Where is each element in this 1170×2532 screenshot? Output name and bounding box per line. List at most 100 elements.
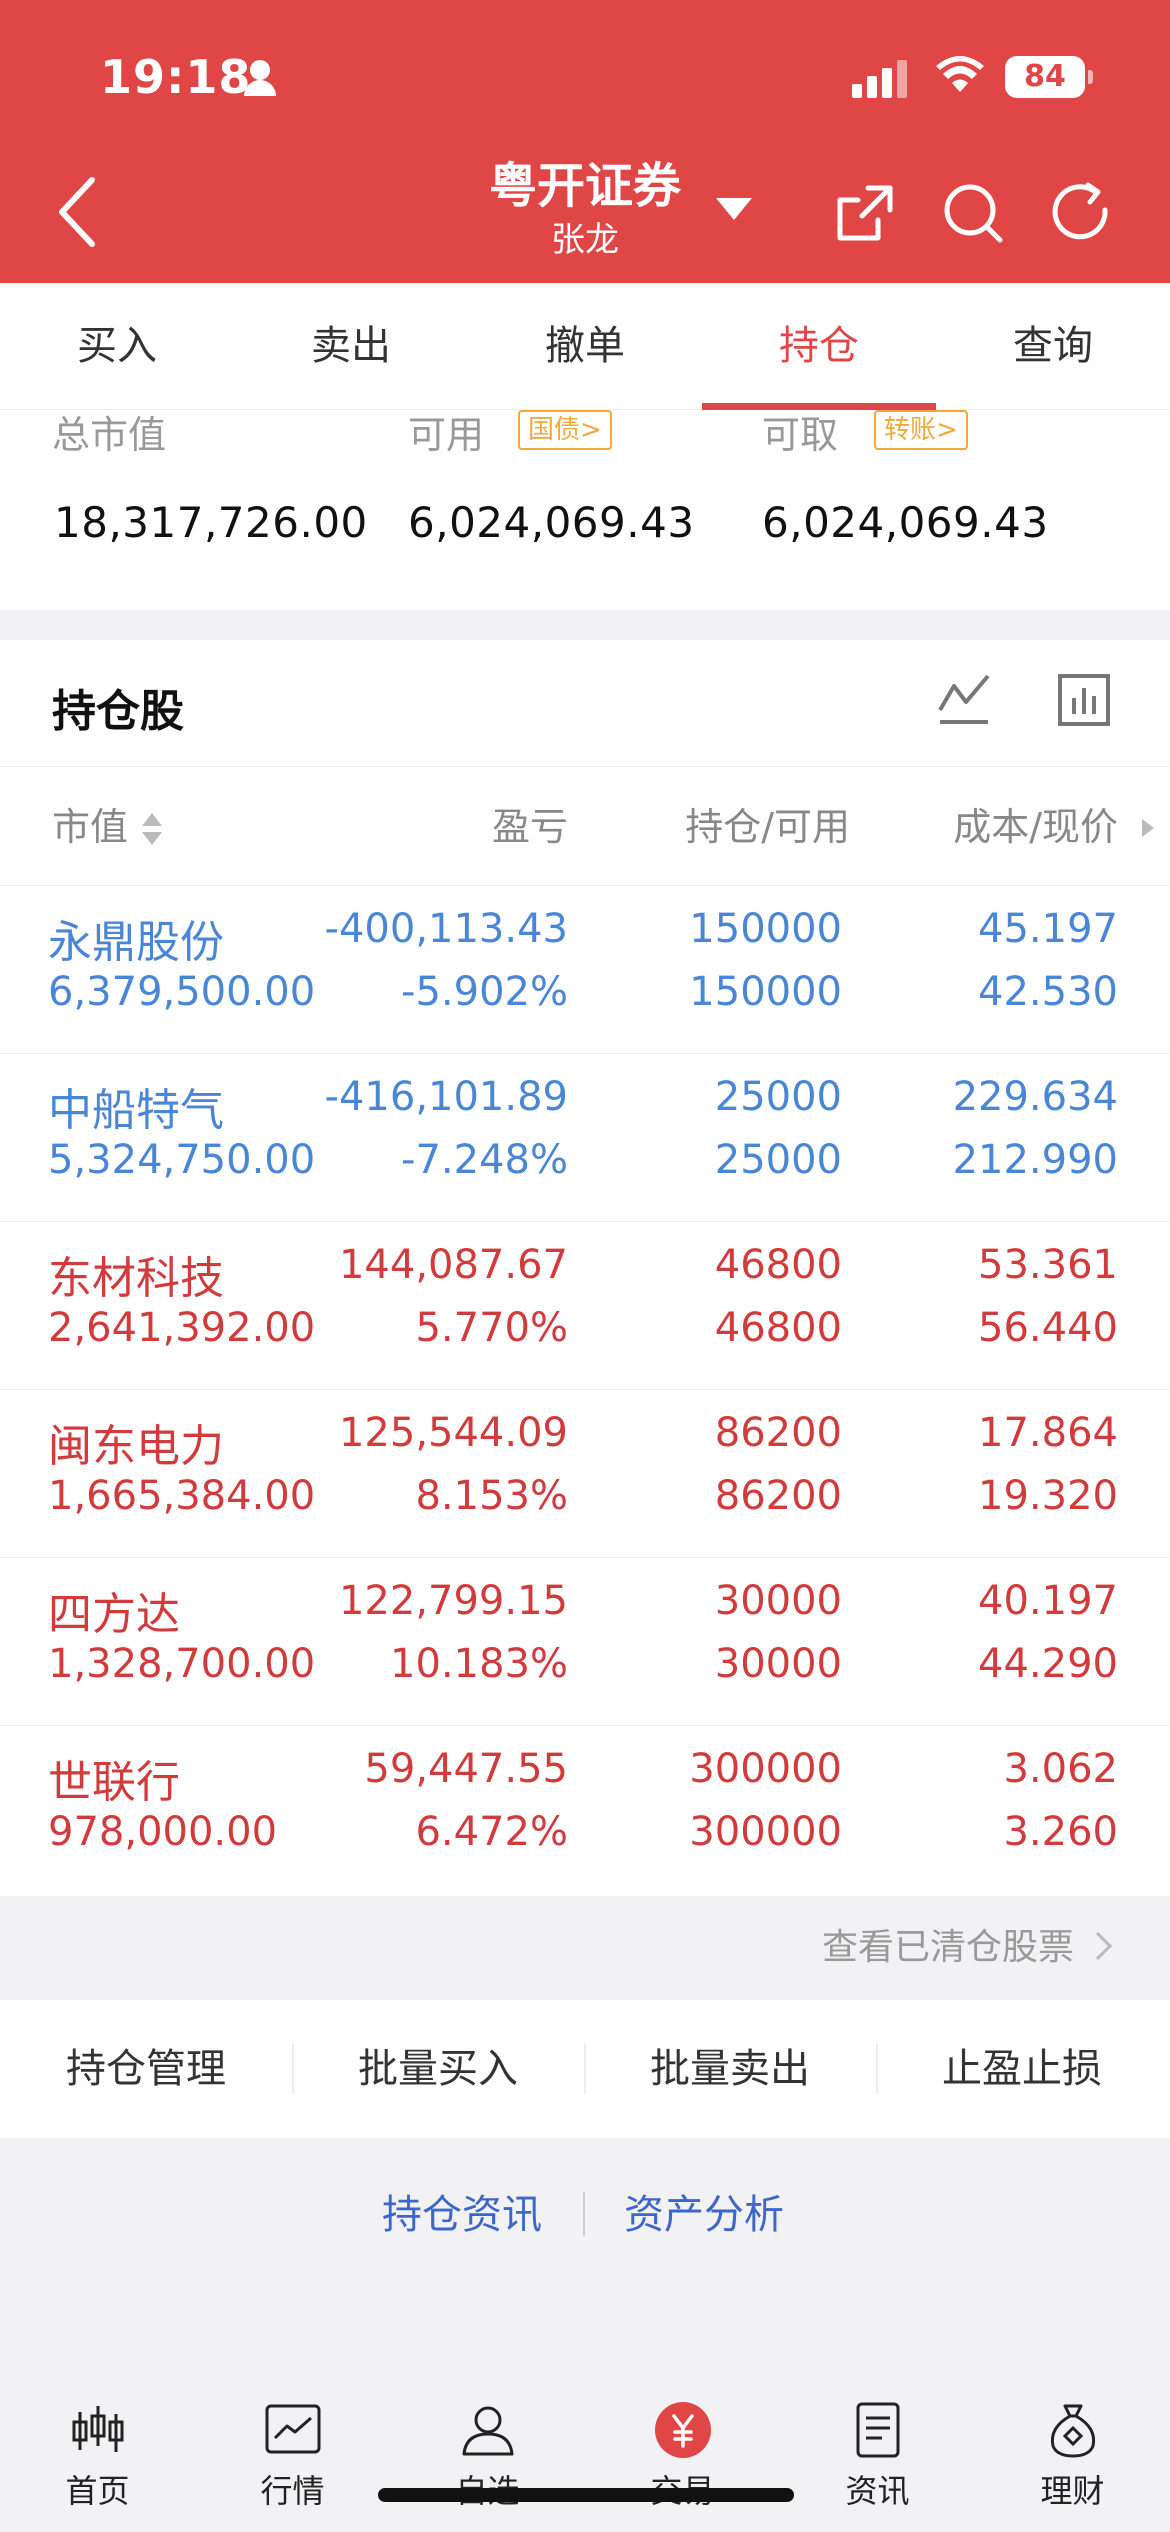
battery-tip bbox=[1088, 70, 1093, 84]
broker-selector[interactable]: 粤开证券 张龙 bbox=[460, 158, 710, 260]
tabbar-wealth[interactable]: 理财 bbox=[975, 2400, 1170, 2520]
withdrawable-value: 6,024,069.43 bbox=[762, 498, 1049, 547]
current-price: 3.260 bbox=[1003, 1809, 1118, 1855]
tab-query[interactable]: 查询 bbox=[936, 283, 1170, 410]
batch-sell-button[interactable]: 批量卖出 bbox=[584, 2000, 876, 2138]
holding-row[interactable]: 世联行 978,000.00 59,447.55 6.472% 300000 3… bbox=[0, 1726, 1170, 1894]
market-value: 6,379,500.00 bbox=[48, 969, 316, 1015]
refresh-icon[interactable] bbox=[1048, 180, 1114, 246]
tabbar-home[interactable]: 首页 bbox=[0, 2400, 195, 2520]
pnl-amount: 122,799.15 bbox=[338, 1578, 568, 1624]
pnl-percent: 6.472% bbox=[415, 1809, 568, 1855]
battery-indicator: 84 bbox=[1005, 56, 1085, 98]
cleared-stocks-link[interactable]: 查看已清仓股票 bbox=[822, 1896, 1074, 2000]
position-qty: 86200 bbox=[714, 1410, 842, 1456]
available-qty: 25000 bbox=[714, 1137, 842, 1183]
tab-cancel-order[interactable]: 撤单 bbox=[468, 283, 702, 410]
tab-positions[interactable]: 持仓 bbox=[702, 283, 936, 410]
search-icon[interactable] bbox=[940, 180, 1006, 246]
withdrawable-label: 可取 bbox=[762, 413, 839, 457]
pnl-percent: 5.770% bbox=[415, 1305, 568, 1351]
stop-profit-loss-button[interactable]: 止盈止损 bbox=[876, 2000, 1168, 2138]
holding-row[interactable]: 闽东电力 1,665,384.00 125,544.09 8.153% 8620… bbox=[0, 1390, 1170, 1558]
total-value-label: 总市值 bbox=[52, 413, 167, 457]
chevron-down-icon[interactable] bbox=[716, 198, 752, 220]
position-actions: 持仓管理 批量买入 批量卖出 止盈止损 bbox=[0, 2000, 1170, 2138]
available-qty: 300000 bbox=[689, 1809, 842, 1855]
chevron-right-icon[interactable] bbox=[1083, 1931, 1113, 1961]
pnl-amount: -400,113.43 bbox=[324, 906, 568, 952]
tabbar-label: 资讯 bbox=[845, 2472, 910, 2510]
available-qty: 86200 bbox=[714, 1473, 842, 1519]
position-qty: 30000 bbox=[714, 1578, 842, 1624]
market-value: 5,324,750.00 bbox=[48, 1137, 316, 1183]
tab-buy[interactable]: 买入 bbox=[0, 283, 234, 410]
transfer-link[interactable]: 转账> bbox=[874, 410, 968, 450]
pnl-amount: 125,544.09 bbox=[338, 1410, 568, 1456]
position-manage-button[interactable]: 持仓管理 bbox=[0, 2000, 292, 2138]
market-value: 2,641,392.00 bbox=[48, 1305, 316, 1351]
stock-name: 闽东电力 bbox=[48, 1421, 224, 1472]
cost-price: 17.864 bbox=[978, 1410, 1118, 1456]
status-time: 19:18 bbox=[100, 50, 252, 104]
holding-row[interactable]: 东材科技 2,641,392.00 144,087.67 5.770% 4680… bbox=[0, 1222, 1170, 1390]
person-icon bbox=[462, 2406, 513, 2456]
column-market-value[interactable]: 市值 bbox=[52, 767, 128, 887]
chevron-right-icon[interactable] bbox=[1142, 819, 1154, 837]
holding-row[interactable]: 中船特气 5,324,750.00 -416,101.89 -7.248% 25… bbox=[0, 1054, 1170, 1222]
market-value: 978,000.00 bbox=[48, 1809, 278, 1855]
tabbar-watchlist[interactable]: 自选 bbox=[390, 2400, 585, 2520]
position-qty: 46800 bbox=[714, 1242, 842, 1288]
current-price: 212.990 bbox=[952, 1137, 1118, 1183]
broker-title: 粤开证券 bbox=[488, 158, 681, 214]
tabbar-market[interactable]: 行情 bbox=[195, 2400, 390, 2520]
home-indicator bbox=[378, 2488, 794, 2502]
tabbar-label: 行情 bbox=[260, 2472, 325, 2510]
candlestick-icon bbox=[72, 2406, 123, 2452]
holdings-column-header: 市值 盈亏 持仓/可用 成本/现价 bbox=[0, 766, 1170, 886]
cost-price: 53.361 bbox=[978, 1242, 1118, 1288]
stock-name: 东材科技 bbox=[48, 1253, 224, 1304]
column-cost-price: 成本/现价 bbox=[953, 805, 1118, 849]
available-qty: 150000 bbox=[689, 969, 842, 1015]
market-value: 1,328,700.00 bbox=[48, 1641, 316, 1687]
current-price: 42.530 bbox=[978, 969, 1118, 1015]
sort-icon[interactable] bbox=[140, 809, 164, 849]
total-value: 18,317,726.00 bbox=[54, 498, 368, 547]
batch-buy-button[interactable]: 批量买入 bbox=[292, 2000, 584, 2138]
money-bag-icon bbox=[1050, 2404, 1095, 2458]
market-value: 1,665,384.00 bbox=[48, 1473, 316, 1519]
tabbar-news[interactable]: 资讯 bbox=[780, 2400, 975, 2520]
holding-row[interactable]: 四方达 1,328,700.00 122,799.15 10.183% 3000… bbox=[0, 1558, 1170, 1726]
cost-price: 229.634 bbox=[952, 1074, 1118, 1120]
pnl-percent: -5.902% bbox=[401, 969, 568, 1015]
pnl-percent: 10.183% bbox=[390, 1641, 568, 1687]
share-icon[interactable] bbox=[832, 180, 898, 246]
bar-chart-icon[interactable] bbox=[1054, 670, 1114, 730]
current-price: 19.320 bbox=[978, 1473, 1118, 1519]
position-news-link[interactable]: 持仓资讯 bbox=[382, 2170, 542, 2260]
back-icon[interactable] bbox=[50, 172, 110, 252]
pnl-percent: 8.153% bbox=[415, 1473, 568, 1519]
tab-sell[interactable]: 卖出 bbox=[234, 283, 468, 410]
account-summary: 总市值 可用 国债> 可取 转账> 18,317,726.00 6,024,06… bbox=[0, 410, 1170, 610]
active-tab-indicator bbox=[702, 403, 936, 410]
column-position: 持仓/可用 bbox=[685, 805, 850, 849]
chart-icon bbox=[265, 2404, 320, 2454]
pnl-amount: 144,087.67 bbox=[338, 1242, 568, 1288]
asset-analysis-link[interactable]: 资产分析 bbox=[624, 2170, 784, 2260]
available-label: 可用 bbox=[408, 413, 485, 457]
treasury-bond-link[interactable]: 国债> bbox=[518, 410, 612, 450]
bottom-links: 持仓资讯 资产分析 bbox=[0, 2170, 1170, 2260]
document-icon bbox=[856, 2402, 899, 2458]
available-qty: 30000 bbox=[714, 1641, 842, 1687]
column-pnl: 盈亏 bbox=[491, 805, 568, 849]
app-header: 19:18 84 粤开证券 张龙 bbox=[0, 0, 1170, 283]
line-chart-icon[interactable] bbox=[934, 670, 994, 730]
current-price: 56.440 bbox=[978, 1305, 1118, 1351]
cellular-signal-icon bbox=[852, 58, 910, 98]
bottom-tab-bar: 首页 行情 自选 交易 资讯 理财 bbox=[0, 2380, 1170, 2532]
pnl-amount: -416,101.89 bbox=[324, 1074, 568, 1120]
tabbar-trade[interactable]: 交易 bbox=[585, 2400, 780, 2520]
holding-row[interactable]: 永鼎股份 6,379,500.00 -400,113.43 -5.902% 15… bbox=[0, 886, 1170, 1054]
